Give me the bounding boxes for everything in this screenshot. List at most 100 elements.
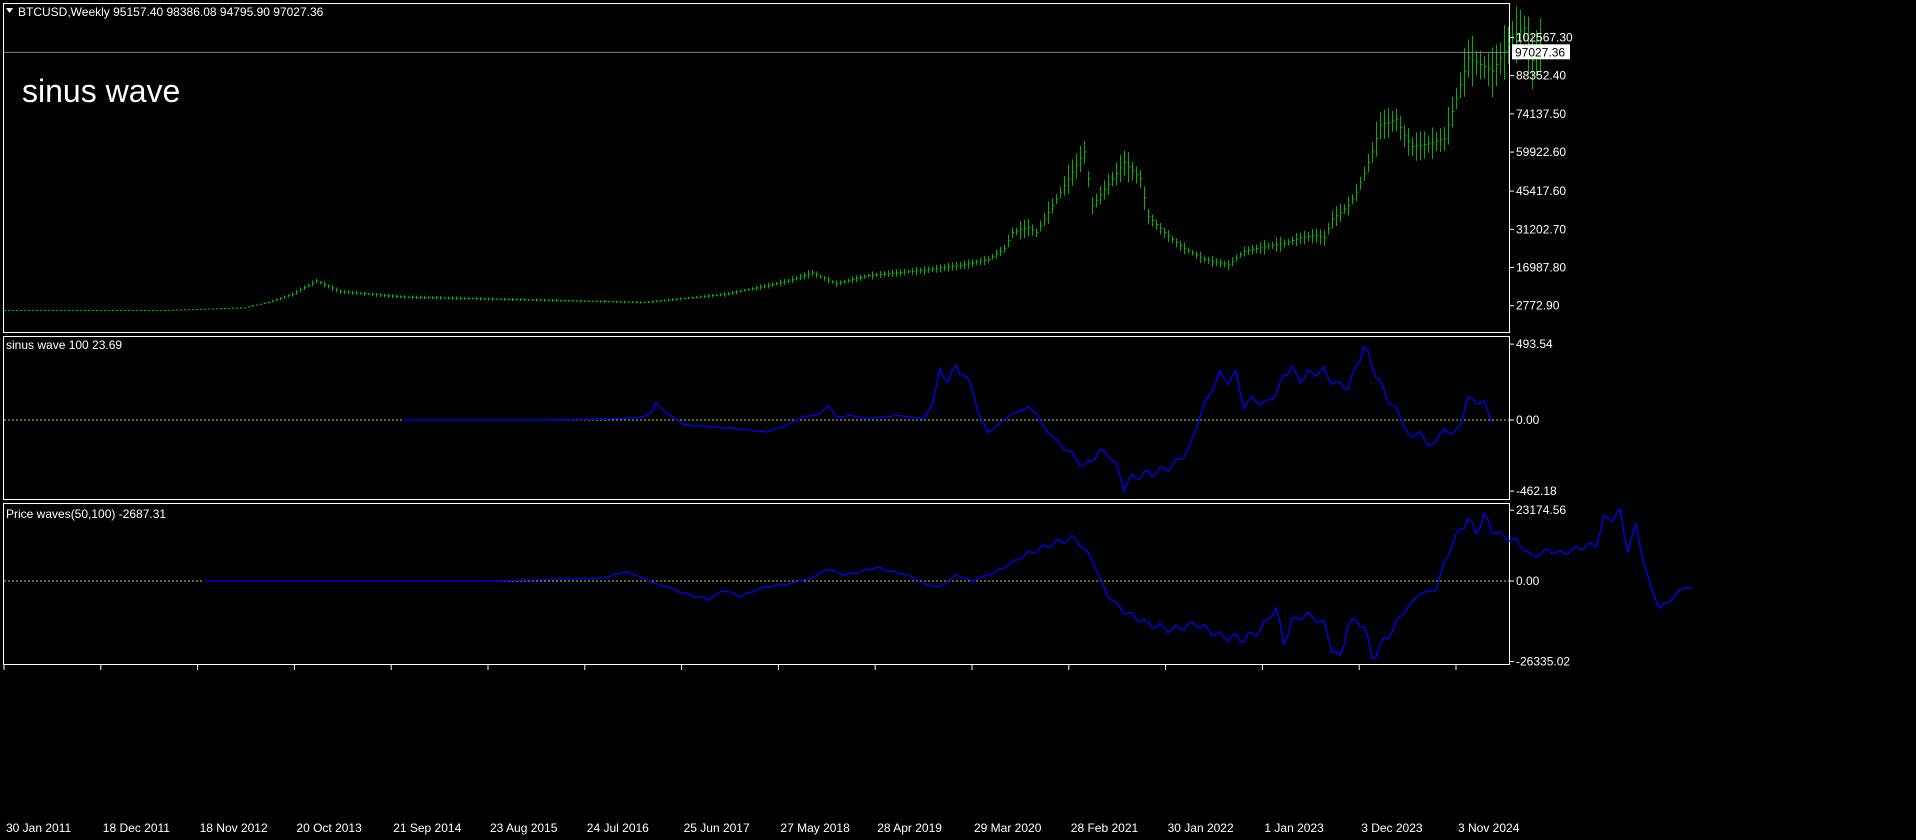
price-bar <box>920 267 923 274</box>
price-bar <box>828 276 831 284</box>
price-bar <box>1404 124 1407 148</box>
price-bar <box>268 301 271 304</box>
price-ytick-label: 59922.60 <box>1516 145 1566 159</box>
price-bar <box>1372 142 1375 163</box>
price-bar <box>1476 50 1479 75</box>
price-bar <box>1244 246 1247 257</box>
price-bar <box>508 298 511 301</box>
price-bar <box>228 307 231 309</box>
price-bar <box>208 308 211 310</box>
price-bar <box>632 301 635 304</box>
price-bar <box>476 297 479 301</box>
price-bar <box>364 291 367 296</box>
price-bar <box>936 264 939 273</box>
price-bar <box>248 306 251 308</box>
price-bar <box>1248 246 1251 256</box>
price-bar <box>180 309 183 311</box>
price-bar <box>796 276 799 281</box>
panel3-header: Price waves(50,100) -2687.31 <box>6 507 166 521</box>
price-bar <box>840 280 843 286</box>
price-bar <box>1096 193 1099 208</box>
price-bar <box>468 297 471 300</box>
price-bar <box>696 296 699 299</box>
price-bar <box>352 290 355 295</box>
price-bar <box>1176 238 1179 248</box>
price-bar <box>496 298 499 301</box>
price-bar <box>368 292 371 296</box>
price-bar <box>396 294 399 299</box>
price-bar <box>1084 141 1087 164</box>
price-bar <box>616 300 619 304</box>
main-plot <box>4 6 1543 312</box>
price-bar <box>1304 230 1307 245</box>
price-bar <box>1156 219 1159 230</box>
price-bar <box>752 287 755 291</box>
sinus-ytick-label: -462.18 <box>1516 484 1557 498</box>
price-bar <box>1288 238 1291 246</box>
price-bar <box>584 300 587 303</box>
triangle-down-icon[interactable] <box>6 8 13 13</box>
price-bar <box>464 297 467 300</box>
price-bar <box>1336 206 1339 227</box>
sinus-ytick-label: 0.00 <box>1516 413 1540 427</box>
price-bar <box>224 307 227 309</box>
price-bar <box>788 278 791 284</box>
price-bar <box>664 299 667 302</box>
price-bar <box>1368 153 1371 173</box>
price-bar <box>944 264 947 271</box>
price-bar <box>240 307 243 309</box>
price-bar <box>100 309 103 312</box>
price-bar <box>472 297 475 300</box>
price-bar <box>432 296 435 300</box>
price-bar <box>916 266 919 276</box>
price-bar <box>1232 256 1235 267</box>
price-bar <box>868 273 871 278</box>
price-bar <box>684 297 687 300</box>
price-bar <box>176 309 179 311</box>
price-bar <box>620 300 623 304</box>
price-bar <box>1196 251 1199 259</box>
price-bar <box>1444 127 1447 151</box>
price-bar <box>1348 196 1351 216</box>
price-bar <box>276 298 279 302</box>
price-bar <box>1492 47 1495 98</box>
panel2-frame <box>3 336 1510 500</box>
price-bar <box>1116 162 1119 186</box>
price-bar <box>904 268 907 276</box>
price-bar <box>344 290 347 295</box>
price-bar <box>824 275 827 281</box>
price-bar <box>412 295 415 300</box>
price-bar <box>1332 210 1335 229</box>
price-bar <box>212 308 215 310</box>
price-bar <box>1088 171 1091 188</box>
price-bar <box>908 269 911 274</box>
price-bar <box>44 309 47 311</box>
price-bar <box>168 309 171 311</box>
price-bar <box>948 262 951 272</box>
price-bar <box>896 269 899 277</box>
price-bar <box>736 289 739 295</box>
sinus-wave-line <box>404 345 1493 494</box>
price-bar <box>688 296 691 300</box>
price-bar <box>484 297 487 300</box>
price-bar <box>388 293 391 298</box>
price-bar <box>968 259 971 269</box>
overlay-text: sinus wave <box>22 73 180 109</box>
price-bar <box>492 297 495 301</box>
price-bar <box>184 309 187 311</box>
price-bar <box>724 292 727 297</box>
price-bar <box>292 292 295 297</box>
xtick-label: 3 Dec 2023 <box>1361 821 1423 835</box>
price-bar <box>1148 209 1151 225</box>
price-bar <box>1268 242 1271 250</box>
price-bar <box>1184 242 1187 255</box>
price-bar <box>656 300 659 303</box>
price-bar <box>1224 260 1227 268</box>
price-bar <box>1364 166 1367 181</box>
price-bar <box>204 308 207 310</box>
price-bar <box>728 291 731 296</box>
price-bar <box>152 309 155 312</box>
xtick-label: 25 Jun 2017 <box>684 821 750 835</box>
price-bar <box>640 301 643 304</box>
price-bar <box>532 298 535 301</box>
